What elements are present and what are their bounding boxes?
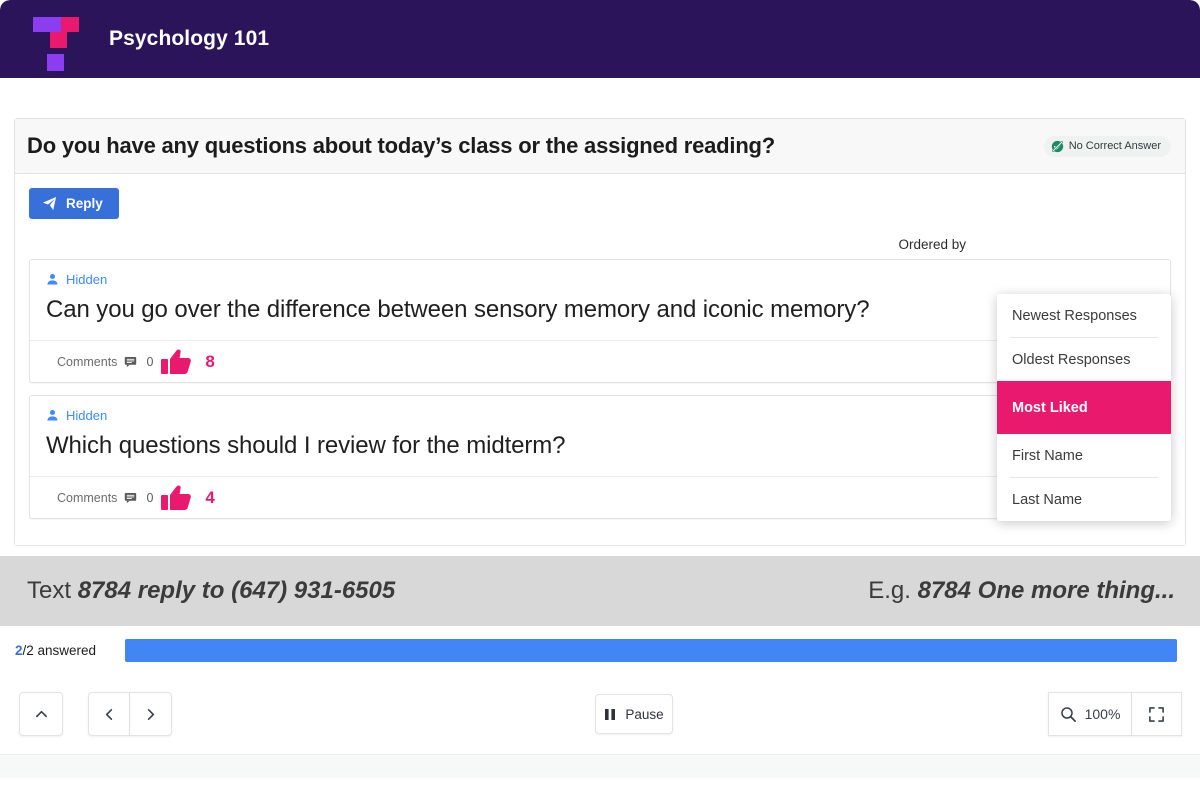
status-badge: No Correct Answer (1043, 135, 1171, 157)
progress-track (125, 638, 1177, 662)
sort-option-oldest-responses[interactable]: Oldest Responses (997, 338, 1171, 381)
sms-instruction-bar: Text 8784 reply to (647) 931-6505 E.g. 8… (0, 556, 1200, 626)
logo-stem (50, 32, 67, 48)
response-author: Hidden (30, 260, 1170, 287)
presentation-toolbar: Pause 100% (0, 674, 1200, 754)
previous-question-button[interactable] (88, 692, 130, 736)
comments-count: 0 (146, 354, 154, 369)
comment-bubble-icon[interactable] (124, 491, 137, 504)
no-correct-answer-icon (1051, 140, 1064, 153)
ordered-by-label: Ordered by (898, 236, 966, 252)
person-icon (46, 409, 59, 422)
question-content-area: Do you have any questions about today’s … (0, 78, 1200, 556)
pause-button-label: Pause (625, 706, 664, 722)
answered-count-value: 2 (15, 642, 23, 658)
sort-option-newest-responses[interactable]: Newest Responses (997, 294, 1171, 337)
magnifier-icon (1060, 706, 1077, 723)
zoom-level-label: 100% (1084, 706, 1121, 722)
next-question-button[interactable] (130, 692, 172, 736)
zoom-level-button[interactable]: 100% (1048, 692, 1132, 736)
likes-count: 4 (205, 487, 215, 507)
pause-button[interactable]: Pause (595, 694, 673, 734)
comment-bubble-icon[interactable] (124, 355, 137, 368)
chevron-left-icon (102, 707, 117, 722)
sort-option-first-name[interactable]: First Name (997, 434, 1171, 477)
presentation-window: Psychology 101 Do you have any questions… (0, 0, 1200, 790)
answered-count-suffix: /2 answered (22, 642, 97, 658)
status-badge-label: No Correct Answer (1068, 140, 1161, 152)
chevron-up-icon (34, 707, 49, 722)
collapse-button[interactable] (19, 692, 63, 736)
top-hat-logo (33, 13, 79, 71)
sms-reply-instruction: Text 8784 reply to (647) 931-6505 (27, 577, 395, 605)
sms-left-emphasis: 8784 reply to (647) 931-6505 (77, 577, 396, 604)
person-icon (46, 273, 59, 286)
progress-fill (125, 638, 1177, 662)
fullscreen-icon (1148, 706, 1165, 723)
answered-count-label: 2/2 answered (15, 643, 125, 658)
comments-count: 0 (146, 490, 154, 505)
thumbs-up-icon[interactable] (160, 484, 192, 512)
response-author-name: Hidden (66, 408, 108, 423)
pause-icon (604, 708, 616, 721)
likes-count: 8 (205, 351, 215, 371)
sort-option-last-name[interactable]: Last Name (997, 478, 1171, 521)
comments-label: Comments (57, 354, 118, 369)
bottom-strip (0, 754, 1200, 779)
logo-bar-left (33, 17, 61, 32)
logo-bar-right (61, 17, 79, 32)
app-header: Psychology 101 (0, 0, 1200, 78)
progress-row: 2/2 answered (0, 626, 1200, 674)
response-author-name: Hidden (66, 272, 108, 287)
sort-option-most-liked[interactable]: Most Liked (997, 381, 1171, 434)
question-header: Do you have any questions about today’s … (15, 119, 1185, 174)
reply-row: Reply (15, 174, 1185, 229)
sms-right-lead: E.g. (868, 577, 918, 604)
question-title: Do you have any questions about today’s … (27, 133, 776, 158)
comments-label: Comments (57, 490, 118, 505)
sms-right-emphasis: 8784 One more thing... (917, 577, 1175, 604)
sms-example: E.g. 8784 One more thing... (868, 577, 1175, 605)
sort-dropdown-menu[interactable]: Newest Responses Oldest Responses Most L… (997, 294, 1171, 521)
reply-button-label: Reply (66, 196, 103, 211)
course-title: Psychology 101 (109, 27, 270, 50)
page-footer (0, 778, 1200, 790)
paper-plane-icon (42, 196, 57, 211)
chevron-right-icon (143, 707, 158, 722)
navigation-button-group (88, 692, 172, 736)
sms-left-lead: Text (27, 577, 78, 604)
reply-button[interactable]: Reply (29, 188, 119, 219)
fullscreen-button[interactable] (1132, 692, 1182, 736)
thumbs-up-icon[interactable] (160, 348, 192, 376)
zoom-button-group: 100% (1048, 692, 1182, 736)
order-bar: Ordered by (15, 229, 1185, 259)
logo-dot (47, 54, 64, 71)
